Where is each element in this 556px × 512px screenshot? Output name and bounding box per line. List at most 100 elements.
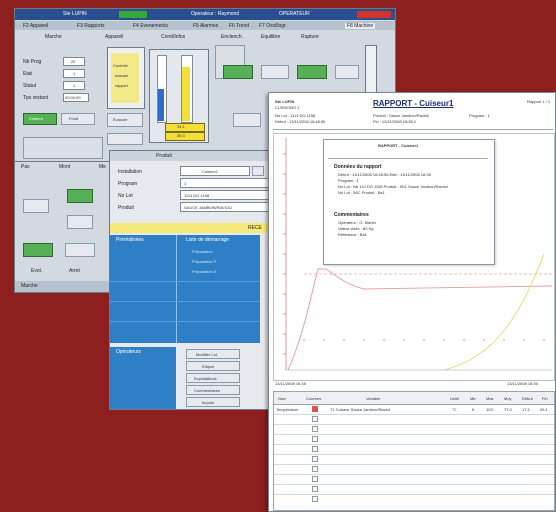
- td-variable: T1 Cuiseur Sauce Jambon/Ravioli: [330, 407, 391, 412]
- installation-value: Cuiseur1: [202, 169, 219, 174]
- lower-tab-2[interactable]: Mont: [59, 164, 70, 170]
- lower-green-button[interactable]: [67, 189, 93, 203]
- th-debut: Début: [522, 396, 533, 401]
- card-comment-1: Opérateur : G. Martin: [338, 220, 376, 225]
- table-row: [274, 454, 554, 455]
- col-rupture: Rupture: [301, 34, 319, 40]
- report-product: Produit : Sauce Jambon/Ravioli: [373, 113, 429, 118]
- report-end: Fin : 13/11/2008 18:35:1: [373, 119, 417, 124]
- froid-label: Froid: [69, 116, 79, 121]
- status-text: Marche: [21, 283, 38, 289]
- th-max: Max: [486, 396, 494, 401]
- row-checkbox[interactable]: [312, 476, 318, 482]
- row-checkbox[interactable]: [312, 456, 318, 462]
- commentaires-label: Commentaires: [194, 388, 221, 393]
- product-header-text: Produit: [156, 153, 172, 159]
- lower-button-2[interactable]: [67, 215, 93, 229]
- card-title: RAPPORT - Cuiseur1: [378, 143, 419, 148]
- bottom-green-button[interactable]: [23, 243, 53, 257]
- recipe-bar-text: RECE: [248, 225, 262, 231]
- table-row-line-2: [110, 301, 260, 302]
- tab-oscillo[interactable]: F7 Oscillogr.: [259, 23, 287, 29]
- table-row: [274, 494, 554, 495]
- curve-color-swatch[interactable]: [312, 406, 318, 412]
- th-moy: Moy: [504, 396, 512, 401]
- list-item-3[interactable]: Préparation E: [192, 269, 216, 274]
- gauge-value-2: [165, 132, 205, 141]
- card-line-1: Début : 13/11/2008 16:48:56 Etat : 13/11…: [338, 172, 431, 177]
- gauge-value-1: [165, 123, 205, 132]
- role-label: OPERATEUR: [279, 11, 310, 17]
- chart-footer-left: 13/11/2008 16:48: [275, 381, 306, 386]
- bottom-white-button[interactable]: [65, 243, 95, 257]
- lower-button-1[interactable]: [23, 199, 49, 213]
- row-checkbox[interactable]: [312, 446, 318, 452]
- tab-rapports[interactable]: F3 Rapports: [77, 23, 105, 29]
- td-unite: °C: [452, 407, 457, 412]
- tab-machine[interactable]: F8 Machine: [345, 23, 376, 29]
- row-checkbox[interactable]: [312, 486, 318, 492]
- chart-footer-right: 13/11/2008 18:35: [507, 381, 538, 386]
- td-debut: 17.2: [522, 407, 530, 412]
- bottom-label-1: Evol.: [31, 268, 43, 274]
- curves-table: Nom Courbes Variable Unité Min Max Moy D…: [273, 391, 555, 511]
- row-checkbox[interactable]: [312, 426, 318, 432]
- row-checkbox[interactable]: [312, 466, 318, 472]
- small-button[interactable]: [107, 133, 143, 145]
- col-appareil: Appareil: [105, 34, 124, 40]
- tab-alarmes[interactable]: F5 Alarmes: [193, 23, 218, 29]
- table-row: [274, 414, 554, 415]
- list-item-1[interactable]: Préparation: [192, 249, 213, 254]
- field-tps-value: 00:00:00: [65, 95, 81, 100]
- green-button-2[interactable]: [297, 65, 327, 79]
- box-word-2: manuel: [115, 73, 129, 78]
- green-button-1[interactable]: [223, 65, 253, 79]
- table-row: [274, 434, 554, 435]
- box-word-3: rapport: [115, 83, 128, 88]
- field-prog-value: 25: [71, 59, 76, 64]
- white-button-1[interactable]: [261, 65, 289, 79]
- lower-tab-1[interactable]: Pas: [21, 164, 30, 170]
- table-row: [274, 474, 554, 475]
- produit-value: SAUCE JAMBON/RAVIOLI: [184, 205, 233, 210]
- alarm-indicator[interactable]: [357, 11, 391, 18]
- table-row: [274, 464, 554, 465]
- td-fin: 95.1: [540, 407, 548, 412]
- row-checkbox[interactable]: [312, 496, 318, 502]
- lot-value: 1114 DO 1158: [184, 193, 210, 198]
- row-label-program: Program: [118, 181, 138, 187]
- tab-appareil[interactable]: F2 Appareil: [23, 23, 48, 29]
- th-nom: Nom: [278, 396, 287, 401]
- table-row-line-3: [110, 321, 260, 322]
- installation-dropdown[interactable]: [252, 166, 264, 176]
- table-row-line-1: [110, 281, 260, 282]
- white-button-3[interactable]: [233, 113, 261, 127]
- th-min: Min: [470, 396, 477, 401]
- report-start: Début : 13/11/2008 16:48:56: [275, 119, 326, 124]
- row-checkbox[interactable]: [312, 416, 318, 422]
- modifier-lot-label: Modifier Lot: [196, 352, 217, 357]
- operators-header: Opérateurs: [116, 349, 142, 355]
- list-item-2[interactable]: Préparation P: [192, 259, 216, 264]
- blue-table-grid: [176, 235, 177, 343]
- row-checkbox[interactable]: [312, 436, 318, 442]
- lower-divider: [15, 161, 115, 162]
- th-fin: Fin: [542, 396, 548, 401]
- field-etat-value: 1: [73, 71, 76, 76]
- field-label-tps: Tps restant: [23, 95, 49, 101]
- row-label-produit: Produit: [118, 205, 134, 211]
- th-unite: Unité: [450, 396, 460, 401]
- tab-evenements[interactable]: F4 Evenements: [133, 23, 168, 29]
- report-sub: CUISSONS 1: [275, 105, 300, 110]
- card-line-4: No Lot : 58C Produit : Ba1: [338, 190, 385, 195]
- field-statut-value: 1: [73, 83, 76, 88]
- th-variable: Variable: [366, 396, 381, 401]
- row-label-lot: No Lot: [118, 193, 133, 199]
- blue-table: [110, 235, 260, 343]
- report-title: RAPPORT - Cuiseur1: [373, 99, 454, 108]
- program-field[interactable]: [180, 178, 270, 188]
- white-button-2[interactable]: [335, 65, 359, 79]
- wide-button[interactable]: [23, 137, 103, 159]
- tab-trend[interactable]: F6 Trend: [229, 23, 249, 29]
- lower-tab-3[interactable]: Me: [99, 164, 106, 170]
